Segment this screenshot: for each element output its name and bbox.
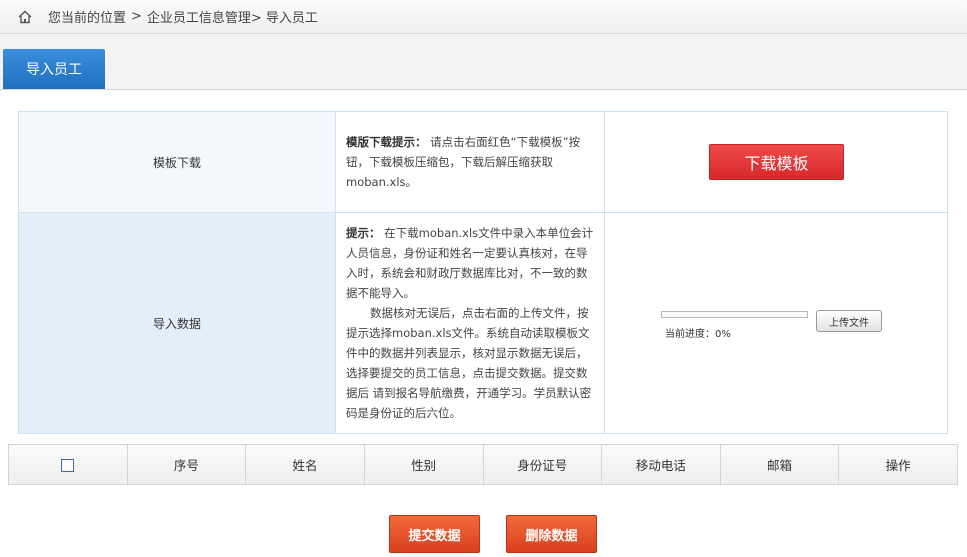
import-tip-title: 提示： — [346, 226, 381, 240]
home-icon[interactable] — [18, 10, 32, 24]
select-all-header — [8, 444, 128, 485]
import-data-tip: 提示： 在下载moban.xls文件中录入本单位会计人员信息，身份证和姓名一定要… — [335, 212, 605, 434]
column-header-index: 序号 — [126, 444, 247, 485]
column-header-actions: 操作 — [838, 444, 958, 485]
column-header-name: 姓名 — [245, 444, 365, 485]
submit-data-button[interactable]: 提交数据 — [389, 515, 480, 553]
upload-action-cell: 当前进度：0% 上传文件 — [604, 212, 948, 434]
column-header-id-number: 身份证号 — [482, 444, 603, 485]
upload-progress-bar — [661, 311, 808, 318]
download-template-button[interactable]: 下载模板 — [709, 144, 844, 180]
column-header-mobile: 移动电话 — [601, 444, 721, 485]
upload-file-button[interactable]: 上传文件 — [816, 310, 882, 332]
import-data-label: 导入数据 — [18, 212, 336, 434]
tab-import-employees[interactable]: 导入员工 — [3, 49, 105, 89]
breadcrumb-prefix: 您当前的位置 — [48, 11, 127, 26]
breadcrumb: 您当前的位置 > 企业员工信息管理> 导入员工 — [0, 0, 967, 34]
column-header-gender: 性别 — [363, 444, 484, 485]
template-download-action-cell: 下载模板 — [604, 111, 948, 213]
tab-strip: 导入员工 — [0, 34, 967, 90]
upload-progress-text: 当前进度：0% — [665, 329, 731, 340]
template-download-tip: 模版下载提示： 请点击右面红色“下载模板”按钮，下载模板压缩包，下载后解压缩获取… — [335, 111, 605, 213]
delete-data-button[interactable]: 删除数据 — [506, 515, 597, 553]
template-download-row: 模板下载 模版下载提示： 请点击右面红色“下载模板”按钮，下载模板压缩包，下载后… — [18, 111, 948, 213]
template-tip-title: 模版下载提示： — [346, 135, 427, 149]
column-header-email: 邮箱 — [719, 444, 840, 485]
import-info-table: 模板下载 模版下载提示： 请点击右面红色“下载模板”按钮，下载模板压缩包，下载后… — [18, 111, 948, 434]
breadcrumb-level-2: 导入员工 — [265, 11, 318, 26]
import-tip-paragraph-1: 在下载moban.xls文件中录入本单位会计人员信息，身份证和姓名一定要认真核对… — [346, 226, 594, 300]
import-data-row: 导入数据 提示： 在下载moban.xls文件中录入本单位会计人员信息，身份证和… — [18, 212, 948, 434]
breadcrumb-level-1[interactable]: 企业员工信息管理> — [147, 7, 262, 26]
employee-data-table: 序号 姓名 性别 身份证号 移动电话 邮箱 操作 — [8, 444, 958, 485]
select-all-checkbox[interactable] — [61, 459, 75, 472]
import-tip-paragraph-2: 数据核对无误后，点击右面的上传文件，按提示选择moban.xls文件。系统自动读… — [346, 306, 592, 420]
table-header-row: 序号 姓名 性别 身份证号 移动电话 邮箱 操作 — [8, 444, 958, 485]
breadcrumb-separator: > — [131, 9, 142, 24]
template-download-label: 模板下载 — [18, 111, 336, 213]
